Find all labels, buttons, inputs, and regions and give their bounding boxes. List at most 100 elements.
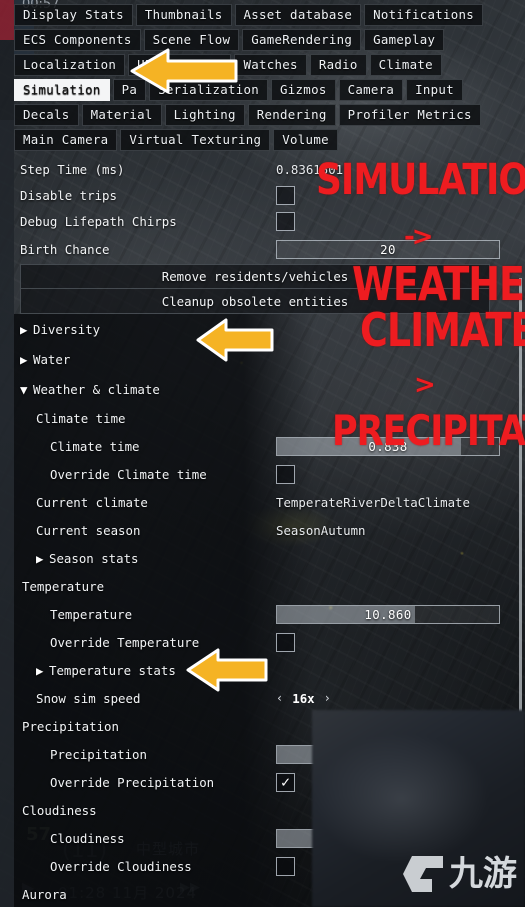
season-stats-label: Season stats <box>49 550 139 566</box>
debug-lifepath-chirps-checkbox[interactable] <box>276 211 295 231</box>
tab-row-2: ECS Components Scene Flow GameRendering … <box>14 29 511 51</box>
tab-row-1: Display Stats Thumbnails Asset database … <box>14 4 511 26</box>
tab-scene-flow[interactable]: Scene Flow <box>143 29 240 51</box>
tab-main-camera[interactable]: Main Camera <box>14 129 118 151</box>
cleanup-obsolete-entities-label: Cleanup obsolete entities <box>161 293 349 309</box>
row-temperature-group: Temperature <box>14 572 511 600</box>
diversity-label: Diversity <box>33 321 101 337</box>
row-water[interactable]: ▶ Water <box>14 344 511 374</box>
tab-display-stats[interactable]: Display Stats <box>14 4 133 26</box>
birth-chance-label: Birth Chance <box>20 241 110 257</box>
row-current-climate: Current climate TemperateRiverDeltaClima… <box>14 488 511 516</box>
aurora-group-label: Aurora <box>22 886 67 902</box>
water-label: Water <box>33 351 71 367</box>
tab-volume[interactable]: Volume <box>273 129 338 151</box>
row-birth-chance: Birth Chance 20 <box>14 234 511 264</box>
tab-pa-obscured[interactable]: Pa <box>112 79 147 101</box>
tab-radio[interactable]: Radio <box>309 54 367 76</box>
precipitation-group-label: Precipitation <box>22 718 119 734</box>
tab-gamerendering[interactable]: GameRendering <box>242 29 362 51</box>
stepper-left-chevron-icon[interactable]: ‹ <box>276 691 283 705</box>
row-override-climate-time: Override Climate time <box>14 460 511 488</box>
cleanup-obsolete-entities-button[interactable]: Cleanup obsolete entities <box>20 289 490 314</box>
tab-virtual-texturing[interactable]: Virtual Texturing <box>120 129 271 151</box>
snow-sim-speed-label: Snow sim speed <box>36 690 141 706</box>
override-climate-time-label: Override Climate time <box>50 466 207 482</box>
tab-thumbnails[interactable]: Thumbnails <box>135 4 232 26</box>
blurred-overlay-box <box>312 710 525 907</box>
tab-decals[interactable]: Decals <box>14 104 79 126</box>
temperature-slider[interactable]: 10.860 <box>276 604 500 624</box>
temperature-slider-value: 10.860 <box>364 606 412 622</box>
row-temperature-stats[interactable]: ▶ Temperature stats <box>14 656 511 684</box>
row-season-stats[interactable]: ▶ Season stats <box>14 544 511 572</box>
climate-time-slider[interactable]: 0.838 <box>276 436 500 456</box>
tab-row-5: Decals Material Lighting Rendering Profi… <box>14 104 511 126</box>
tab-serialization[interactable]: Serialization <box>149 79 269 101</box>
override-cloudiness-checkbox[interactable] <box>276 856 295 876</box>
override-precipitation-checkbox[interactable]: ✓ <box>276 772 295 792</box>
step-time-value: 0.8361501 <box>276 161 344 177</box>
chevron-right-icon: ▶ <box>20 321 28 337</box>
disable-trips-checkbox[interactable] <box>276 185 295 205</box>
row-step-time: Step Time (ms) 0.8361501 <box>14 156 511 182</box>
tab-row-6: Main Camera Virtual Texturing Volume <box>14 129 511 151</box>
weather-climate-label: Weather & climate <box>33 381 160 397</box>
climate-time-slider-value: 0.838 <box>368 438 408 454</box>
override-temperature-checkbox[interactable] <box>276 632 295 652</box>
birth-chance-slider[interactable]: 20 <box>276 239 500 259</box>
override-precipitation-label: Override Precipitation <box>50 774 215 790</box>
tab-simulation[interactable]: Simulation <box>14 79 110 101</box>
tab-material[interactable]: Material <box>81 104 162 126</box>
tab-notifications[interactable]: Notifications <box>364 4 484 26</box>
snow-sim-speed-stepper[interactable]: ‹ 16x › <box>276 691 331 706</box>
tab-asset-database[interactable]: Asset database <box>234 4 362 26</box>
climate-time-group-label: Climate time <box>36 410 126 426</box>
override-climate-time-checkbox[interactable] <box>276 464 295 484</box>
chevron-right-icon: ▶ <box>36 662 44 678</box>
tab-lighting[interactable]: Lighting <box>164 104 245 126</box>
disable-trips-label: Disable trips <box>20 187 117 203</box>
hud-left-edge-bar <box>0 0 14 907</box>
row-weather-climate[interactable]: ▼ Weather & climate <box>14 374 511 404</box>
tab-row-3: Localization UI Bindings Watches Radio C… <box>14 54 511 76</box>
temperature-group-label: Temperature <box>22 578 105 594</box>
row-snow-sim-speed: Snow sim speed ‹ 16x › <box>14 684 511 712</box>
tab-localization[interactable]: Localization <box>14 54 126 76</box>
tab-gizmos[interactable]: Gizmos <box>271 79 336 101</box>
tab-gameplay[interactable]: Gameplay <box>364 29 445 51</box>
birth-chance-slider-value: 20 <box>380 241 396 257</box>
tab-climate[interactable]: Climate <box>369 54 442 76</box>
precipitation-label: Precipitation <box>50 746 147 762</box>
tab-watches[interactable]: Watches <box>234 54 307 76</box>
current-season-value: SeasonAutumn <box>276 522 366 538</box>
tab-profiler-metrics[interactable]: Profiler Metrics <box>338 104 481 126</box>
row-climate-time: Climate time 0.838 <box>14 432 511 460</box>
row-diversity[interactable]: ▶ Diversity <box>14 314 511 344</box>
override-temperature-label: Override Temperature <box>50 634 200 650</box>
step-time-label: Step Time (ms) <box>20 161 125 177</box>
chevron-down-icon: ▼ <box>20 381 28 397</box>
stepper-right-chevron-icon[interactable]: › <box>324 691 331 705</box>
remove-residents-vehicles-button[interactable]: Remove residents/vehicles <box>20 264 490 289</box>
tab-rendering[interactable]: Rendering <box>247 104 336 126</box>
tab-ui-bindings[interactable]: UI Bindings <box>128 54 232 76</box>
override-cloudiness-label: Override Cloudiness <box>50 858 192 874</box>
tab-ecs-components[interactable]: ECS Components <box>14 29 141 51</box>
current-climate-label: Current climate <box>36 494 148 510</box>
current-season-label: Current season <box>36 522 141 538</box>
row-climate-time-group: Climate time <box>14 404 511 432</box>
debug-lifepath-chirps-label: Debug Lifepath Chirps <box>20 213 177 229</box>
cloudiness-label: Cloudiness <box>50 830 125 846</box>
tab-row-4: Simulation Pa Serialization Gizmos Camer… <box>14 79 511 101</box>
row-current-season: Current season SeasonAutumn <box>14 516 511 544</box>
row-override-temperature: Override Temperature <box>14 628 511 656</box>
temperature-stats-label: Temperature stats <box>49 662 176 678</box>
tab-input[interactable]: Input <box>406 79 463 101</box>
cloudiness-group-label: Cloudiness <box>22 802 97 818</box>
row-temperature: Temperature 10.860 <box>14 600 511 628</box>
snow-sim-speed-value: 16x <box>292 690 315 706</box>
chevron-right-icon: ▶ <box>36 550 44 566</box>
tab-camera[interactable]: Camera <box>338 79 404 101</box>
check-icon: ✓ <box>280 772 291 791</box>
